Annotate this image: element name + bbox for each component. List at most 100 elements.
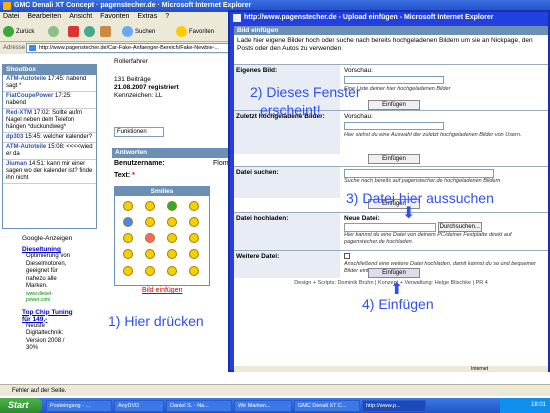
shout-message: dp303 15:45: welcher kalender? xyxy=(3,133,96,143)
more-file-label: Weitere Datei: xyxy=(234,251,340,278)
arrow-down-icon: ⬇ xyxy=(402,205,416,222)
status-bar: Fehler auf der Seite. xyxy=(0,384,550,396)
search-file-hint: Suche nach bereits auf pagenstecher.de h… xyxy=(344,178,501,184)
functions-select[interactable]: Funktionen xyxy=(114,127,164,137)
smilies-title: Smilies xyxy=(115,187,209,196)
ad-title-link[interactable]: Top Chip Tuning für 149,- xyxy=(2,309,97,323)
insert-button-2[interactable]: Einfügen xyxy=(368,154,420,164)
smiley-icon[interactable] xyxy=(145,217,155,227)
text-label: Text: * xyxy=(114,172,135,179)
clock: 18:01 xyxy=(530,402,546,408)
favorites-button[interactable]: Favoriten xyxy=(176,26,214,38)
stop-button[interactable] xyxy=(68,26,81,38)
own-image-hint: Eine Liste deiner hier hochgeladenen Bil… xyxy=(344,86,451,92)
smiley-icon[interactable] xyxy=(167,249,177,259)
shout-message: Red-XTM 17:02: Sollte aufm Nagel neben d… xyxy=(3,109,96,133)
smiley-icon[interactable] xyxy=(145,266,155,276)
back-arrow-icon xyxy=(3,26,14,37)
shout-message: FiatCoupePower 17:25: nabend xyxy=(3,92,96,109)
shoutbox-title: Shoutbox xyxy=(3,65,96,75)
menu-extras[interactable]: Extras xyxy=(137,13,157,20)
menu-ansicht[interactable]: Ansicht xyxy=(69,13,92,20)
annotation-step2: 2) Dieses Fenster xyxy=(250,84,361,100)
menu-favoriten[interactable]: Favoriten xyxy=(100,13,129,20)
menu-bearbeiten[interactable]: Bearbeiten xyxy=(27,13,61,20)
smiley-icon[interactable] xyxy=(189,233,199,243)
popup-status: Internet xyxy=(234,366,548,372)
star-icon xyxy=(176,26,187,37)
new-file-label: Neue Datei: xyxy=(344,215,380,222)
browse-button[interactable]: Durchsuchen... xyxy=(437,222,482,232)
ad-title-link[interactable]: Dieseltuning xyxy=(2,246,97,253)
taskbar-item[interactable]: Wir Marken... xyxy=(234,400,292,412)
stop-icon xyxy=(68,26,79,37)
google-ads: Google-Anzeigen Dieseltuning Optimierung… xyxy=(2,232,97,382)
smiley-icon[interactable] xyxy=(123,266,133,276)
profile-plate: Kennzeichen: LL xyxy=(114,92,163,99)
own-image-select[interactable] xyxy=(344,76,444,84)
smiley-icon[interactable] xyxy=(189,217,199,227)
more-file-checkbox[interactable] xyxy=(344,253,350,259)
answer-header: Antworten xyxy=(112,148,232,158)
annotation-step1: 1) Hier drücken xyxy=(108,313,204,329)
back-button[interactable]: Zurück xyxy=(3,26,34,38)
smiley-icon[interactable] xyxy=(189,201,199,211)
ad-url[interactable]: www.diesel-power.com xyxy=(2,291,97,303)
search-button[interactable]: Suchen xyxy=(122,26,155,38)
smiley-icon[interactable] xyxy=(145,249,155,259)
profile-name: Rollerfahrer xyxy=(114,58,148,65)
smiley-icon[interactable] xyxy=(123,249,133,259)
address-input[interactable]: http://www.pagenstecher.de/Car-Fake-Anfa… xyxy=(26,43,236,53)
refresh-button[interactable] xyxy=(84,26,97,38)
username-label: Benutzername: xyxy=(114,160,165,167)
username-value: Flom xyxy=(213,160,229,167)
taskbar-item[interactable]: Daniel S. - Na... xyxy=(166,400,232,412)
popup-body: Bild einfügen Lade hier eigene Bilder ho… xyxy=(234,26,548,366)
upload-file-label: Datei hochladen: xyxy=(234,213,340,250)
smilies-panel: Smilies xyxy=(114,186,210,286)
ie-icon xyxy=(3,2,11,10)
smiley-icon[interactable] xyxy=(167,217,177,227)
smiley-icon[interactable] xyxy=(145,233,155,243)
taskbar-item[interactable]: GMC Denali XT C... xyxy=(294,400,360,412)
taskbar-item[interactable]: http://www.p... xyxy=(362,400,426,412)
file-path-input[interactable] xyxy=(344,222,436,232)
search-file-input[interactable] xyxy=(344,169,494,178)
own-preview-label: Vorschau: xyxy=(344,67,373,74)
taskbar-item[interactable]: AnyDVD xyxy=(114,400,164,412)
smiley-icon[interactable] xyxy=(123,217,133,227)
menu-help[interactable]: ? xyxy=(165,13,169,20)
taskbar-item[interactable]: Posteingang - ... xyxy=(46,400,112,412)
smiley-icon[interactable] xyxy=(167,233,177,243)
recent-images-select[interactable] xyxy=(344,122,444,130)
smiley-icon[interactable] xyxy=(189,266,199,276)
search-file-label: Datei suchen: xyxy=(234,167,340,198)
forward-arrow-icon xyxy=(48,26,59,37)
annotation-step4: 4) Einfügen xyxy=(362,296,434,312)
system-tray: 18:01 xyxy=(500,398,550,413)
smiley-icon[interactable] xyxy=(167,266,177,276)
recent-images-hint: Hier siehst du eine Auswahl der zuletzt … xyxy=(344,132,522,138)
insert-image-link[interactable]: Bild einfügen xyxy=(142,287,182,294)
smiley-icon[interactable] xyxy=(167,201,177,211)
annotation-step3: 3) Datei hier aussuchen xyxy=(346,190,494,206)
smiley-icon[interactable] xyxy=(189,249,199,259)
recent-preview-label: Vorschau: xyxy=(344,113,373,120)
start-button[interactable]: Start xyxy=(0,398,42,413)
window-title: GMC Denali XT Concept · pagenstecher.de … xyxy=(14,2,252,9)
insert-button-4[interactable]: Einfügen xyxy=(368,268,420,278)
forward-button[interactable] xyxy=(48,26,61,38)
shout-message: Jiuman 14:51: kann mir einer sagen wo de… xyxy=(3,160,96,184)
upload-file-row: Datei hochladen: Neue Datei: Durchsuchen… xyxy=(234,212,548,250)
smiley-icon[interactable] xyxy=(123,233,133,243)
user-profile: Rollerfahrer 131 Beiträge 21.08.2007 reg… xyxy=(114,58,232,114)
address-label: Adresse xyxy=(3,45,26,51)
profile-posts: 131 Beiträge xyxy=(114,76,151,83)
ad-body: Optimierung von Dieselmotoren, geeignet … xyxy=(26,253,71,289)
profile-registered: 21.08.2007 registriert xyxy=(114,84,179,91)
menu-datei[interactable]: Datei xyxy=(3,13,19,20)
home-button[interactable] xyxy=(100,26,113,38)
insert-button-1[interactable]: Einfügen xyxy=(368,100,420,110)
smiley-icon[interactable] xyxy=(123,201,133,211)
smiley-icon[interactable] xyxy=(145,201,155,211)
